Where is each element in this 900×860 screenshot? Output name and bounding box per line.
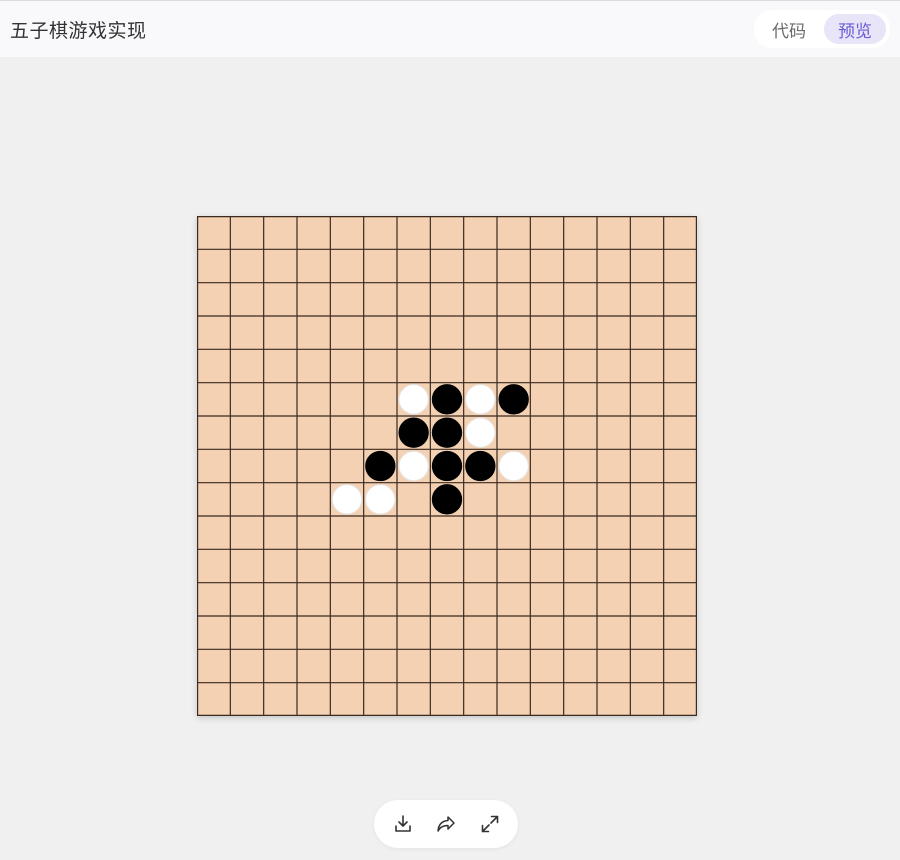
- black-stone: [465, 450, 496, 482]
- fullscreen-icon: [481, 815, 498, 833]
- fullscreen-button[interactable]: [475, 809, 505, 839]
- white-stone: [465, 417, 496, 448]
- tab-preview[interactable]: 预览: [824, 14, 886, 44]
- share-button[interactable]: [431, 809, 461, 839]
- black-stone: [365, 450, 396, 482]
- board-canvas[interactable]: [197, 216, 697, 716]
- black-stone: [431, 484, 463, 515]
- black-stone: [498, 384, 529, 415]
- download-icon: [394, 815, 411, 832]
- share-icon: [437, 816, 455, 832]
- white-stone: [365, 484, 396, 515]
- white-stone: [398, 450, 429, 482]
- page-title: 五子棋游戏实现: [10, 19, 147, 42]
- download-button[interactable]: [388, 809, 418, 839]
- black-stone: [431, 384, 463, 415]
- white-stone: [331, 484, 363, 515]
- header-bar: 五子棋游戏实现 代码 预览: [0, 1, 900, 57]
- black-stone: [431, 450, 463, 482]
- white-stone: [498, 450, 529, 482]
- black-stone: [398, 417, 429, 448]
- tab-code[interactable]: 代码: [758, 14, 820, 44]
- white-stone: [465, 384, 496, 415]
- preview-stage: [0, 57, 900, 860]
- white-stone: [398, 384, 429, 415]
- gomoku-board[interactable]: [197, 216, 697, 716]
- black-stone: [431, 417, 463, 448]
- bottom-toolbar: [374, 800, 518, 848]
- view-toggle: 代码 预览: [754, 10, 890, 48]
